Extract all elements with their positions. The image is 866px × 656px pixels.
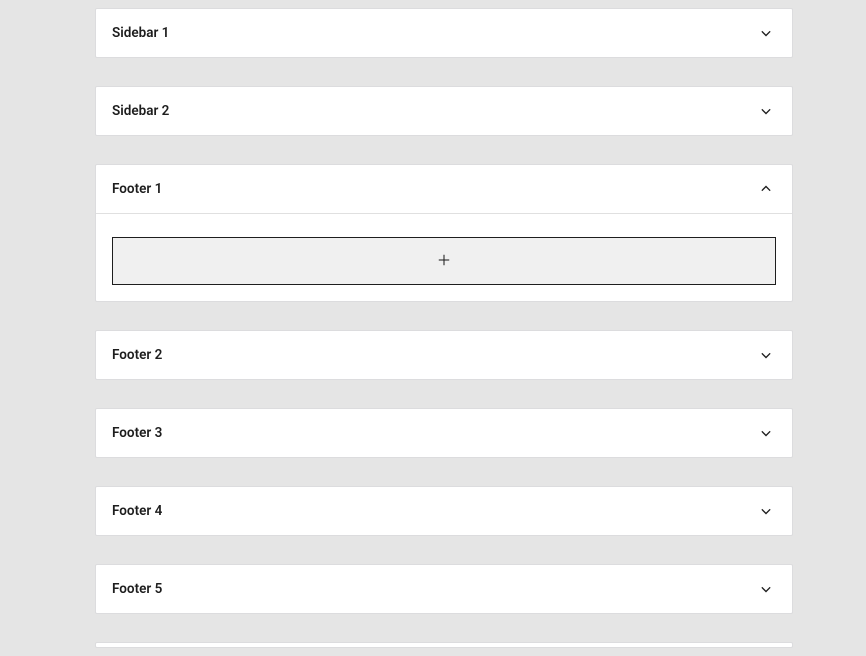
panel-title: Footer 4	[112, 503, 162, 519]
panel-title: Footer 2	[112, 347, 162, 363]
panel-header[interactable]: Footer 3	[96, 409, 792, 457]
panel-header[interactable]: Sidebar 2	[96, 87, 792, 135]
widget-area-sidebar-2: Sidebar 2	[95, 86, 793, 136]
chevron-up-icon	[756, 179, 776, 199]
panel-title: Footer 3	[112, 425, 162, 441]
plus-icon	[435, 251, 453, 272]
widget-area-list: Sidebar 1 Sidebar 2 Footer 1	[0, 8, 793, 648]
panel-header[interactable]: Sidebar 1	[96, 9, 792, 57]
add-block-button[interactable]	[112, 237, 776, 285]
widget-area-footer-2: Footer 2	[95, 330, 793, 380]
chevron-down-icon	[756, 345, 776, 365]
panel-title: Sidebar 2	[112, 103, 169, 119]
widget-area-footer-5: Footer 5	[95, 564, 793, 614]
widget-area-footer-3: Footer 3	[95, 408, 793, 458]
chevron-down-icon	[756, 579, 776, 599]
panel-title: Footer 5	[112, 581, 162, 597]
panel-title: Footer 1	[112, 181, 162, 197]
panel-header[interactable]: Footer 5	[96, 565, 792, 613]
chevron-down-icon	[756, 101, 776, 121]
panel-body	[96, 213, 792, 301]
chevron-down-icon	[756, 423, 776, 443]
panel-header[interactable]: Footer 4	[96, 487, 792, 535]
widget-area-footer-4: Footer 4	[95, 486, 793, 536]
widget-area-peek	[95, 642, 793, 648]
chevron-down-icon	[756, 23, 776, 43]
panel-header[interactable]: Footer 1	[96, 165, 792, 213]
panel-title: Sidebar 1	[112, 25, 169, 41]
chevron-down-icon	[756, 501, 776, 521]
widget-area-footer-1: Footer 1	[95, 164, 793, 302]
panel-header[interactable]: Footer 2	[96, 331, 792, 379]
widget-area-sidebar-1: Sidebar 1	[95, 8, 793, 58]
